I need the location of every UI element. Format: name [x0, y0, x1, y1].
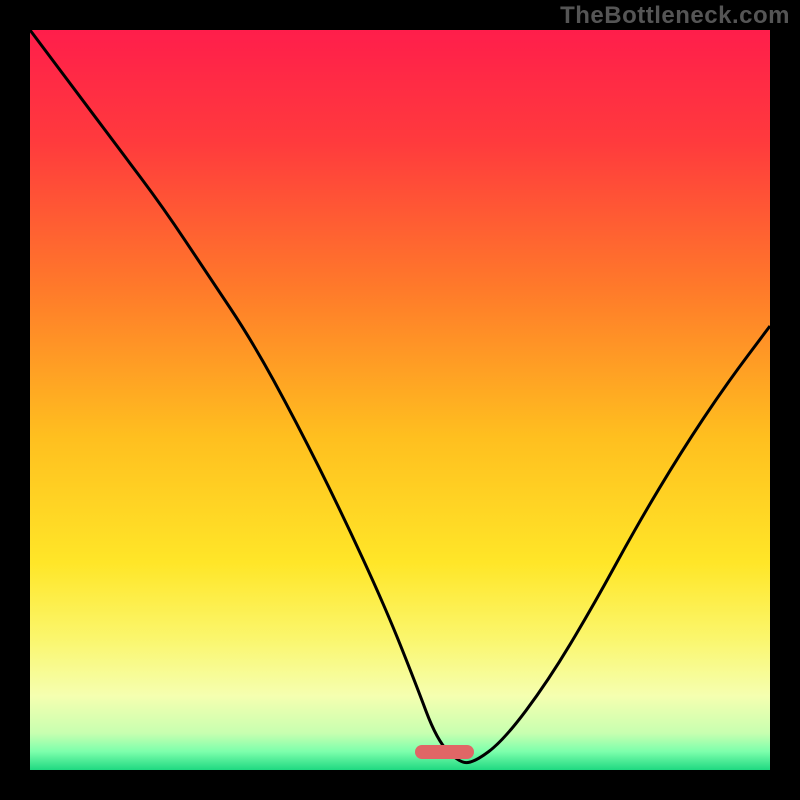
- chart-frame: TheBottleneck.com: [0, 0, 800, 800]
- optimal-range-marker: [415, 745, 474, 759]
- plot-area: [30, 30, 770, 770]
- watermark-text: TheBottleneck.com: [560, 2, 790, 30]
- plot-svg: [30, 30, 770, 770]
- gradient-background: [30, 30, 770, 770]
